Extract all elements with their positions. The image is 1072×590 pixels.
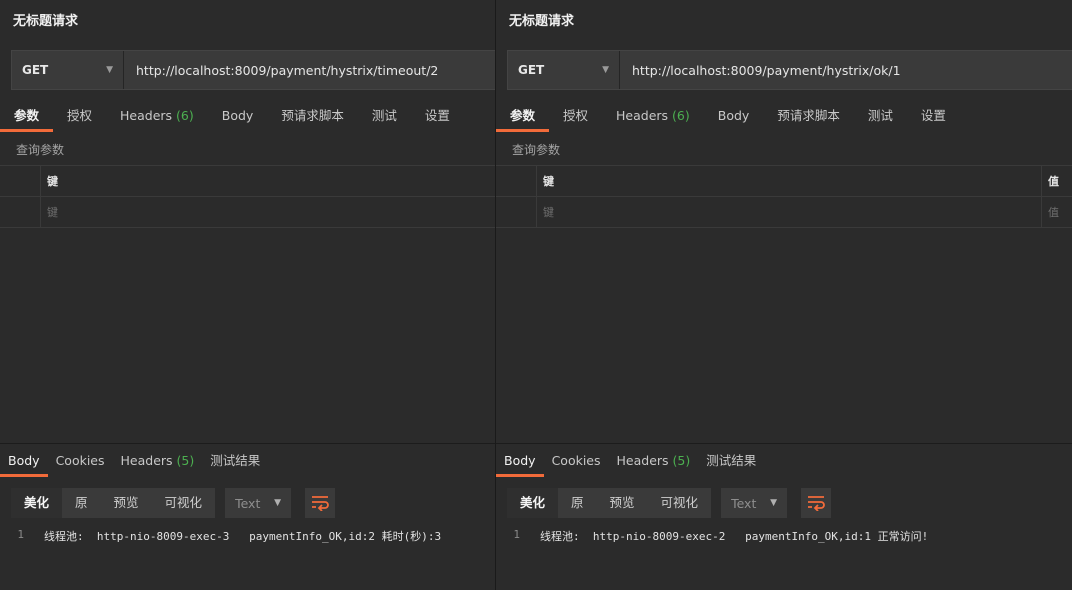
params-table: 键 键 xyxy=(0,165,495,228)
chevron-down-icon: ▼ xyxy=(602,65,609,75)
view-raw-button[interactable]: 原 xyxy=(558,488,597,518)
wrap-lines-button[interactable] xyxy=(305,488,336,518)
view-preview-button[interactable]: 预览 xyxy=(101,488,152,518)
line-number: 1 xyxy=(17,528,24,541)
format-label: Text xyxy=(235,495,261,511)
view-pretty-button[interactable]: 美化 xyxy=(11,488,63,518)
wrap-lines-button[interactable] xyxy=(801,488,832,518)
tab-auth[interactable]: 授权 xyxy=(549,104,602,132)
tab-prerequest-script[interactable]: 预请求脚本 xyxy=(267,104,358,132)
line-number: 1 xyxy=(513,528,520,541)
format-select[interactable]: Text ▼ xyxy=(721,488,788,518)
response-tab-headers[interactable]: Headers (5) xyxy=(113,452,203,477)
url-bar: GET ▼ http://localhost:8009/payment/hyst… xyxy=(507,50,1072,90)
request-title: 无标题请求 xyxy=(509,14,575,29)
tab-headers-label: Headers xyxy=(616,108,669,123)
key-column-header: 键 xyxy=(47,175,58,188)
tab-tests[interactable]: 测试 xyxy=(358,104,411,132)
query-params-label: 查询参数 xyxy=(512,143,561,157)
response-pane: Body Cookies Headers (5) 测试结果 美化 原 预览 可视… xyxy=(496,443,1072,590)
view-mode-group: 美化 原 预览 可视化 xyxy=(11,488,216,518)
tab-params[interactable]: 参数 xyxy=(0,104,54,132)
response-tab-test-results[interactable]: 测试结果 xyxy=(202,452,268,477)
request-tabs: 参数 授权 Headers (6) Body 预请求脚本 测试 设置 xyxy=(0,104,495,132)
tab-prerequest-script[interactable]: 预请求脚本 xyxy=(763,104,854,132)
tab-auth[interactable]: 授权 xyxy=(53,104,106,132)
view-preview-button[interactable]: 预览 xyxy=(597,488,648,518)
method-label: GET xyxy=(22,63,49,77)
response-tab-headers-count: (5) xyxy=(176,453,195,468)
tab-tests[interactable]: 测试 xyxy=(854,104,907,132)
response-tab-body[interactable]: Body xyxy=(496,452,544,477)
params-header-row: 键 值 xyxy=(496,166,1072,197)
request-tabs: 参数 授权 Headers (6) Body 预请求脚本 测试 设置 xyxy=(496,104,1072,132)
query-params-label: 查询参数 xyxy=(16,143,65,157)
response-pane: Body Cookies Headers (5) 测试结果 美化 原 预览 可视… xyxy=(0,443,495,590)
format-label: Text xyxy=(731,495,757,511)
response-tab-headers-label: Headers xyxy=(616,453,669,468)
method-select[interactable]: GET ▼ xyxy=(12,51,124,89)
view-pretty-button[interactable]: 美化 xyxy=(507,488,559,518)
tab-headers-count: (6) xyxy=(672,108,690,123)
key-input[interactable]: 键 xyxy=(41,197,495,227)
tab-settings[interactable]: 设置 xyxy=(411,104,464,132)
response-tab-cookies[interactable]: Cookies xyxy=(48,452,113,477)
view-raw-button[interactable]: 原 xyxy=(62,488,101,518)
params-header-row: 键 xyxy=(0,166,495,197)
tab-headers-label: Headers xyxy=(120,108,173,123)
row-handle xyxy=(496,166,537,196)
wrap-icon xyxy=(312,496,329,511)
params-table: 键 值 键 值 xyxy=(496,165,1072,228)
format-select[interactable]: Text ▼ xyxy=(225,488,292,518)
row-handle xyxy=(496,197,537,227)
response-tab-test-results[interactable]: 测试结果 xyxy=(698,452,764,477)
response-toolbar: 美化 原 预览 可视化 Text ▼ xyxy=(11,488,336,518)
tab-body[interactable]: Body xyxy=(208,104,268,132)
url-input[interactable]: http://localhost:8009/payment/hystrix/ok… xyxy=(620,51,1072,89)
tab-headers-count: (6) xyxy=(176,108,194,123)
response-text: 线程池: http-nio-8009-exec-2 paymentInfo_OK… xyxy=(540,530,929,543)
chevron-down-icon: ▼ xyxy=(106,65,113,75)
response-text: 线程池: http-nio-8009-exec-3 paymentInfo_OK… xyxy=(44,530,442,543)
url-input[interactable]: http://localhost:8009/payment/hystrix/ti… xyxy=(124,51,495,89)
value-column-header: 值 xyxy=(1041,166,1072,196)
response-tab-body[interactable]: Body xyxy=(0,452,48,477)
tab-headers[interactable]: Headers (6) xyxy=(602,104,704,132)
chevron-down-icon: ▼ xyxy=(770,498,778,508)
request-panel-left: 无标题请求 GET ▼ http://localhost:8009/paymen… xyxy=(0,0,495,590)
request-panel-right: 无标题请求 GET ▼ http://localhost:8009/paymen… xyxy=(496,0,1072,590)
response-tab-headers[interactable]: Headers (5) xyxy=(609,452,699,477)
params-input-row: 键 xyxy=(0,197,495,228)
wrap-icon xyxy=(808,496,825,511)
view-mode-group: 美化 原 预览 可视化 xyxy=(507,488,712,518)
response-toolbar: 美化 原 预览 可视化 Text ▼ xyxy=(507,488,832,518)
tab-body[interactable]: Body xyxy=(704,104,764,132)
response-body-line: 1 线程池: http-nio-8009-exec-2 paymentInfo_… xyxy=(496,528,928,544)
value-input[interactable]: 值 xyxy=(1041,197,1072,227)
response-tabs: Body Cookies Headers (5) 测试结果 xyxy=(0,452,268,477)
key-column-header: 键 xyxy=(543,175,554,188)
response-tab-cookies[interactable]: Cookies xyxy=(544,452,609,477)
chevron-down-icon: ▼ xyxy=(274,498,282,508)
response-tabs: Body Cookies Headers (5) 测试结果 xyxy=(496,452,764,477)
request-title: 无标题请求 xyxy=(13,14,79,29)
tab-params[interactable]: 参数 xyxy=(496,104,550,132)
row-handle xyxy=(0,166,41,196)
response-body-line: 1 线程池: http-nio-8009-exec-3 paymentInfo_… xyxy=(0,528,441,544)
row-handle xyxy=(0,197,41,227)
tab-headers[interactable]: Headers (6) xyxy=(106,104,208,132)
key-input[interactable]: 键 xyxy=(537,197,1041,227)
response-tab-headers-count: (5) xyxy=(672,453,691,468)
view-visualize-button[interactable]: 可视化 xyxy=(152,488,216,518)
tab-settings[interactable]: 设置 xyxy=(907,104,960,132)
method-label: GET xyxy=(518,63,545,77)
params-input-row: 键 值 xyxy=(496,197,1072,228)
method-select[interactable]: GET ▼ xyxy=(508,51,620,89)
view-visualize-button[interactable]: 可视化 xyxy=(648,488,712,518)
url-bar: GET ▼ http://localhost:8009/payment/hyst… xyxy=(11,50,495,90)
response-tab-headers-label: Headers xyxy=(120,453,173,468)
